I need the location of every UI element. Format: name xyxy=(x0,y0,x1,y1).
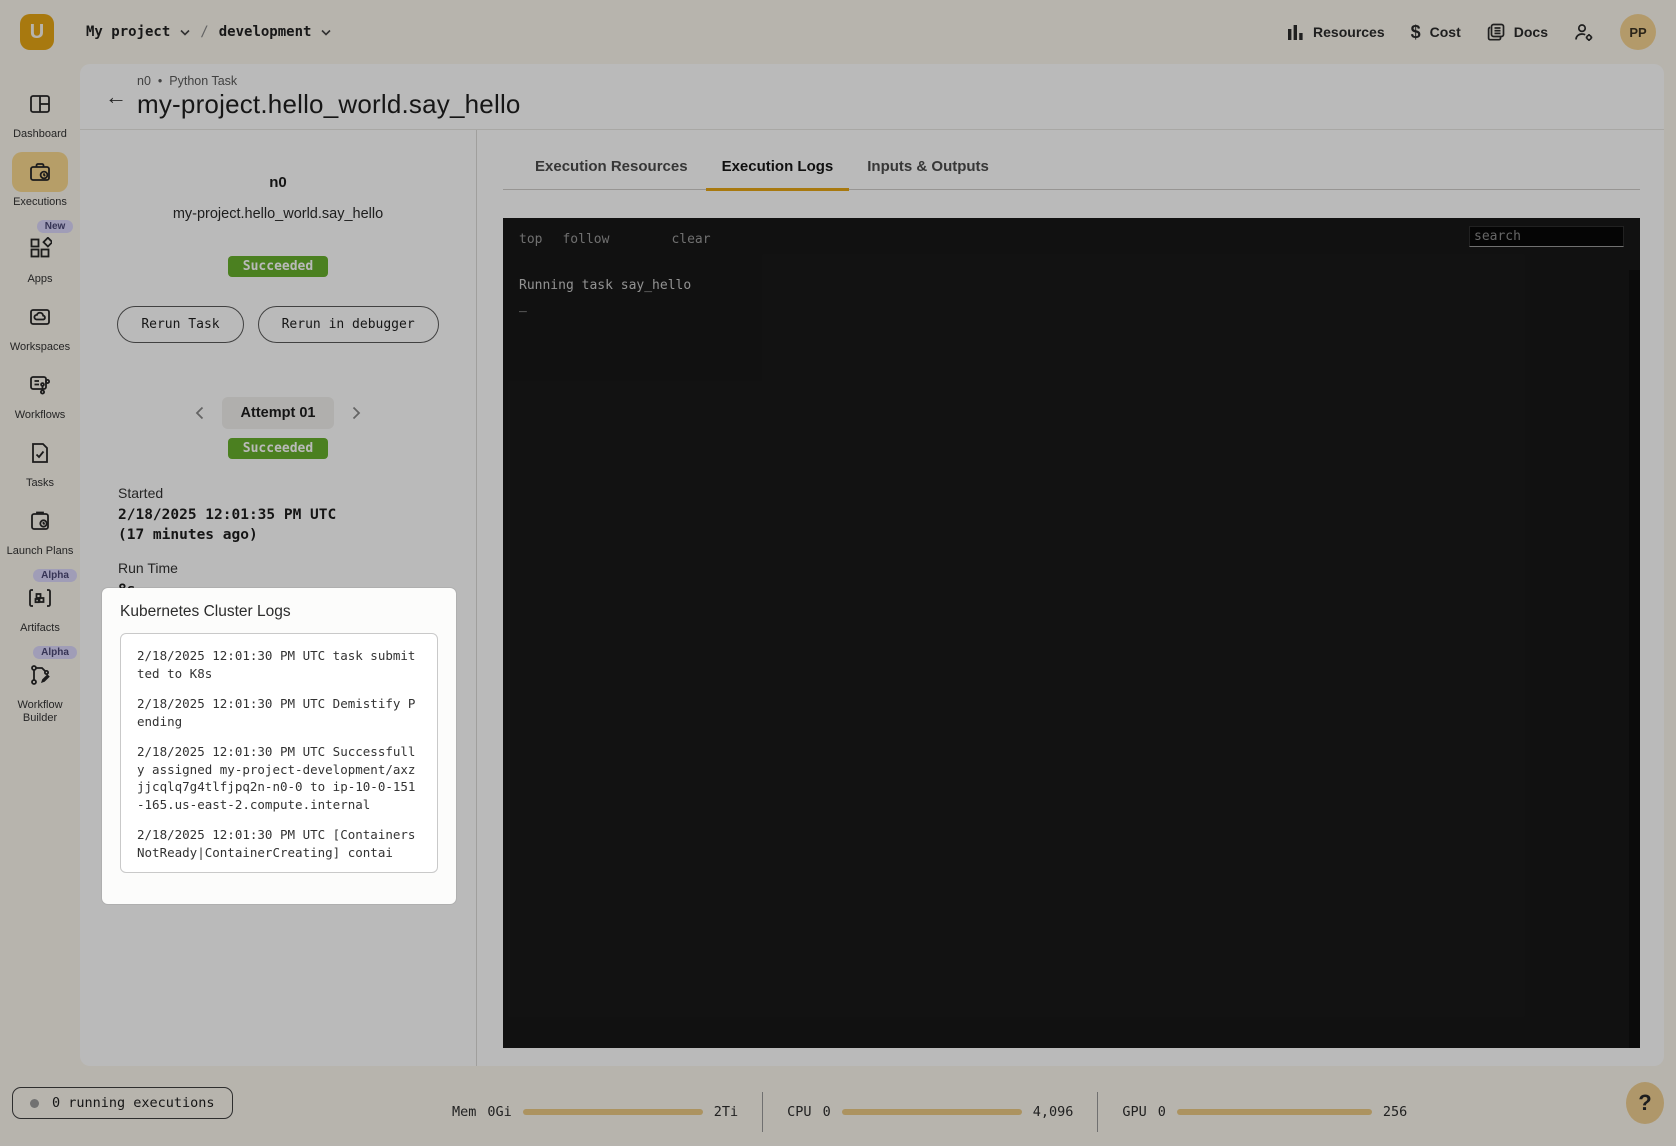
k8s-log-entry: 2/18/2025 12:01:30 PM UTC [ContainersNot… xyxy=(137,826,421,861)
k8s-log-entry: 2/18/2025 12:01:30 PM UTC task submitted… xyxy=(137,647,421,682)
k8s-log-entry: 2/18/2025 12:01:30 PM UTC Demistify Pend… xyxy=(137,695,421,730)
k8s-logs-title: Kubernetes Cluster Logs xyxy=(120,603,438,621)
kubernetes-cluster-logs-card: Kubernetes Cluster Logs 2/18/2025 12:01:… xyxy=(102,588,456,904)
k8s-logs-box[interactable]: 2/18/2025 12:01:30 PM UTC task submitted… xyxy=(120,633,438,873)
modal-overlay[interactable] xyxy=(0,0,1676,1146)
k8s-log-entry: 2/18/2025 12:01:30 PM UTC Successfully a… xyxy=(137,743,421,813)
